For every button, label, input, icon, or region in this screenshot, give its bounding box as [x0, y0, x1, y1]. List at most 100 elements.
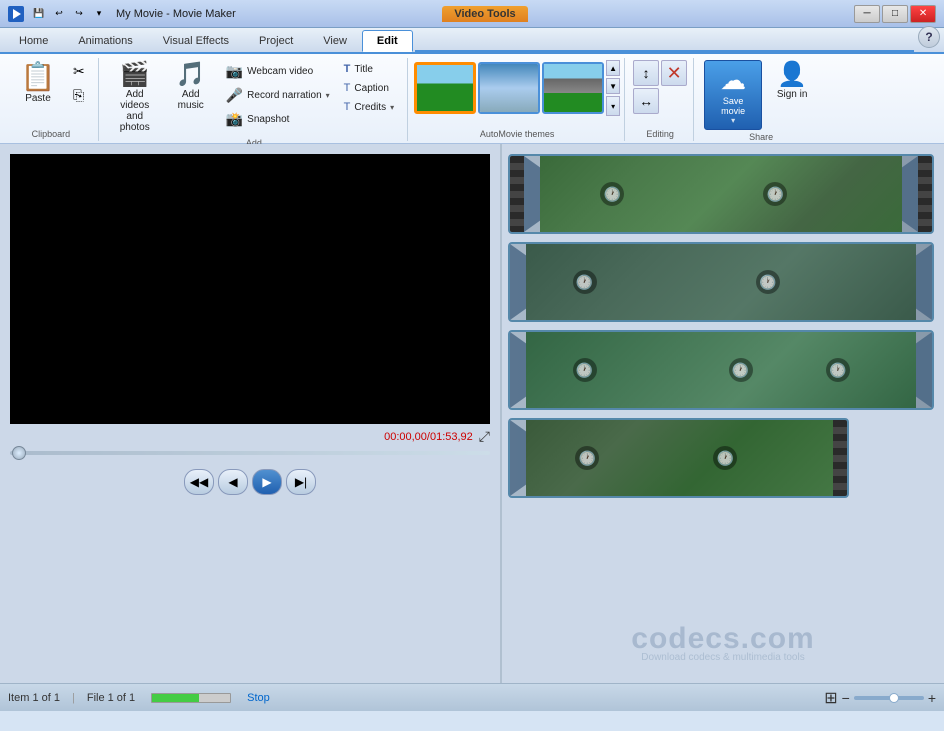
- next-frame-button[interactable]: ▶|: [286, 469, 316, 495]
- credits-label: Credits: [354, 102, 386, 113]
- webcam-icon: 📷: [226, 63, 243, 80]
- strip-arrow-left-4: [510, 420, 526, 496]
- watermark-subtext: Download codecs & multimedia tools: [631, 652, 814, 663]
- tab-animations[interactable]: Animations: [63, 30, 147, 52]
- play-button[interactable]: ▶: [252, 469, 282, 495]
- title-label: Title: [354, 64, 373, 75]
- credits-icon: T: [344, 101, 351, 113]
- ribbon-tabs: Home Animations Visual Effects Project V…: [0, 28, 944, 54]
- zoom-controls: ⊞ − +: [824, 688, 936, 708]
- caption-icon: T: [344, 82, 351, 94]
- clipboard-group: 📋 Paste ✂ ⎘ Clipboard: [4, 58, 99, 141]
- webcam-video-button[interactable]: 📷 Webcam video: [221, 60, 335, 83]
- tab-edit[interactable]: Edit: [362, 30, 413, 52]
- credits-button[interactable]: T Credits ▾: [339, 98, 399, 116]
- sign-in-button[interactable]: 👤 Sign in: [766, 60, 818, 103]
- zoom-out-icon[interactable]: −: [842, 690, 850, 706]
- window-title: My Movie - Movie Maker: [116, 8, 442, 20]
- file-count: File 1 of 1: [87, 692, 135, 704]
- theme-dropdown[interactable]: ▾: [606, 96, 620, 116]
- expand-button[interactable]: ⤢: [479, 428, 490, 445]
- qa-dropdown[interactable]: ▾: [90, 6, 108, 22]
- snapshot-button[interactable]: 📸 Snapshot: [221, 108, 335, 131]
- editing-group: ↕ ↔ ✕ Editing: [627, 58, 694, 141]
- sign-in-icon: 👤: [777, 63, 807, 87]
- automovie-themes-group: ▲ ▼ ▾ AutoMovie themes: [410, 58, 625, 141]
- strip-arrow-left-1: [524, 156, 540, 232]
- minimize-button[interactable]: ─: [854, 5, 880, 23]
- paste-button[interactable]: 📋 Paste: [12, 60, 64, 107]
- cloud-icon: ☁: [720, 65, 746, 96]
- caption-button[interactable]: T Caption: [339, 79, 399, 97]
- preview-panel: 00:00,00/01:53,92 ⤢ ◀◀ ◀ ▶ ▶|: [0, 144, 500, 683]
- clock-icon-1: 🕐: [600, 182, 624, 206]
- add-videos-icon: 🎬: [120, 63, 150, 87]
- main-area: 00:00,00/01:53,92 ⤢ ◀◀ ◀ ▶ ▶|: [0, 144, 944, 683]
- copy-icon: ⎘: [73, 87, 84, 104]
- view-toggle-button[interactable]: ⊞: [824, 688, 837, 708]
- clock-icon-5: 🕐: [573, 358, 597, 382]
- strip-arrow-right-3: [916, 332, 932, 408]
- webcam-label: Webcam video: [247, 66, 313, 77]
- timeline-strip-2[interactable]: 🕐 🕐: [508, 242, 934, 322]
- tab-project[interactable]: Project: [244, 30, 308, 52]
- edit-btn-1[interactable]: ↕: [633, 60, 659, 86]
- timeline-strip-1[interactable]: 🕐 🕐: [508, 154, 934, 234]
- record-narration-label: Record narration: [247, 90, 321, 101]
- theme-landscape[interactable]: [414, 62, 476, 114]
- maximize-button[interactable]: □: [882, 5, 908, 23]
- status-bar: Item 1 of 1 | File 1 of 1 Stop ⊞ − +: [0, 683, 944, 711]
- theme-scroll-up[interactable]: ▲: [606, 60, 620, 76]
- preview-controls: ◀◀ ◀ ▶ ▶|: [10, 469, 490, 495]
- strip-arrow-right-2: [916, 244, 932, 320]
- timeline-strip-3[interactable]: 🕐 🕐 🕐: [508, 330, 934, 410]
- zoom-slider[interactable]: [854, 696, 924, 700]
- share-group: ☁ Save movie ▾ 👤 Sign in Share: [696, 58, 826, 141]
- share-label: Share: [704, 130, 818, 142]
- copy-button[interactable]: ⎘: [68, 84, 90, 107]
- strip-arrow-left-3: [510, 332, 526, 408]
- title-button[interactable]: T Title: [339, 60, 399, 78]
- qa-undo[interactable]: ↩: [50, 6, 68, 22]
- add-videos-button[interactable]: 🎬 Add videos and photos: [109, 60, 161, 136]
- scrubber[interactable]: [10, 451, 490, 455]
- rewind-button[interactable]: ◀◀: [184, 469, 214, 495]
- back-frame-button[interactable]: ◀: [218, 469, 248, 495]
- record-narration-button[interactable]: 🎤 Record narration ▾: [221, 84, 335, 107]
- edit-btn-2[interactable]: ↔: [633, 88, 659, 114]
- save-movie-button[interactable]: ☁ Save movie ▾: [704, 60, 762, 130]
- stop-button[interactable]: Stop: [247, 692, 270, 704]
- file-progress-bar: [151, 693, 231, 703]
- delete-btn[interactable]: ✕: [661, 60, 687, 86]
- clock-icon-2: 🕐: [763, 182, 787, 206]
- tab-home[interactable]: Home: [4, 30, 63, 52]
- video-preview: [10, 154, 490, 424]
- theme-blue[interactable]: [478, 62, 540, 114]
- paste-label: Paste: [25, 93, 51, 104]
- zoom-in-icon[interactable]: +: [928, 690, 936, 706]
- help-button[interactable]: ?: [918, 26, 940, 48]
- cut-button[interactable]: ✂: [68, 60, 90, 83]
- theme-mountain[interactable]: [542, 62, 604, 114]
- tab-view[interactable]: View: [308, 30, 362, 52]
- clock-icon-3: 🕐: [573, 270, 597, 294]
- sign-in-label: Sign in: [777, 89, 808, 100]
- theme-scroll-down[interactable]: ▼: [606, 78, 620, 94]
- add-music-button[interactable]: 🎵 Add music: [165, 60, 217, 114]
- scrubber-track[interactable]: [10, 451, 490, 455]
- preview-time: 00:00,00/01:53,92 ⤢: [10, 428, 490, 445]
- tab-visual-effects[interactable]: Visual Effects: [148, 30, 244, 52]
- title-icon: T: [344, 63, 351, 75]
- close-button[interactable]: ✕: [910, 5, 936, 23]
- timeline-strip-4[interactable]: 🕐 🕐: [508, 418, 849, 498]
- snapshot-icon: 📸: [226, 111, 243, 128]
- clock-icon-9: 🕐: [713, 446, 737, 470]
- add-videos-label: Add videos and photos: [114, 89, 156, 133]
- scrubber-thumb[interactable]: [12, 446, 26, 460]
- item-count: Item 1 of 1: [8, 692, 60, 704]
- title-bar: 💾 ↩ ↪ ▾ My Movie - Movie Maker Video Too…: [0, 0, 944, 28]
- snapshot-label: Snapshot: [247, 114, 289, 125]
- qa-save[interactable]: 💾: [30, 6, 48, 22]
- qa-redo[interactable]: ↪: [70, 6, 88, 22]
- clock-icon-8: 🕐: [575, 446, 599, 470]
